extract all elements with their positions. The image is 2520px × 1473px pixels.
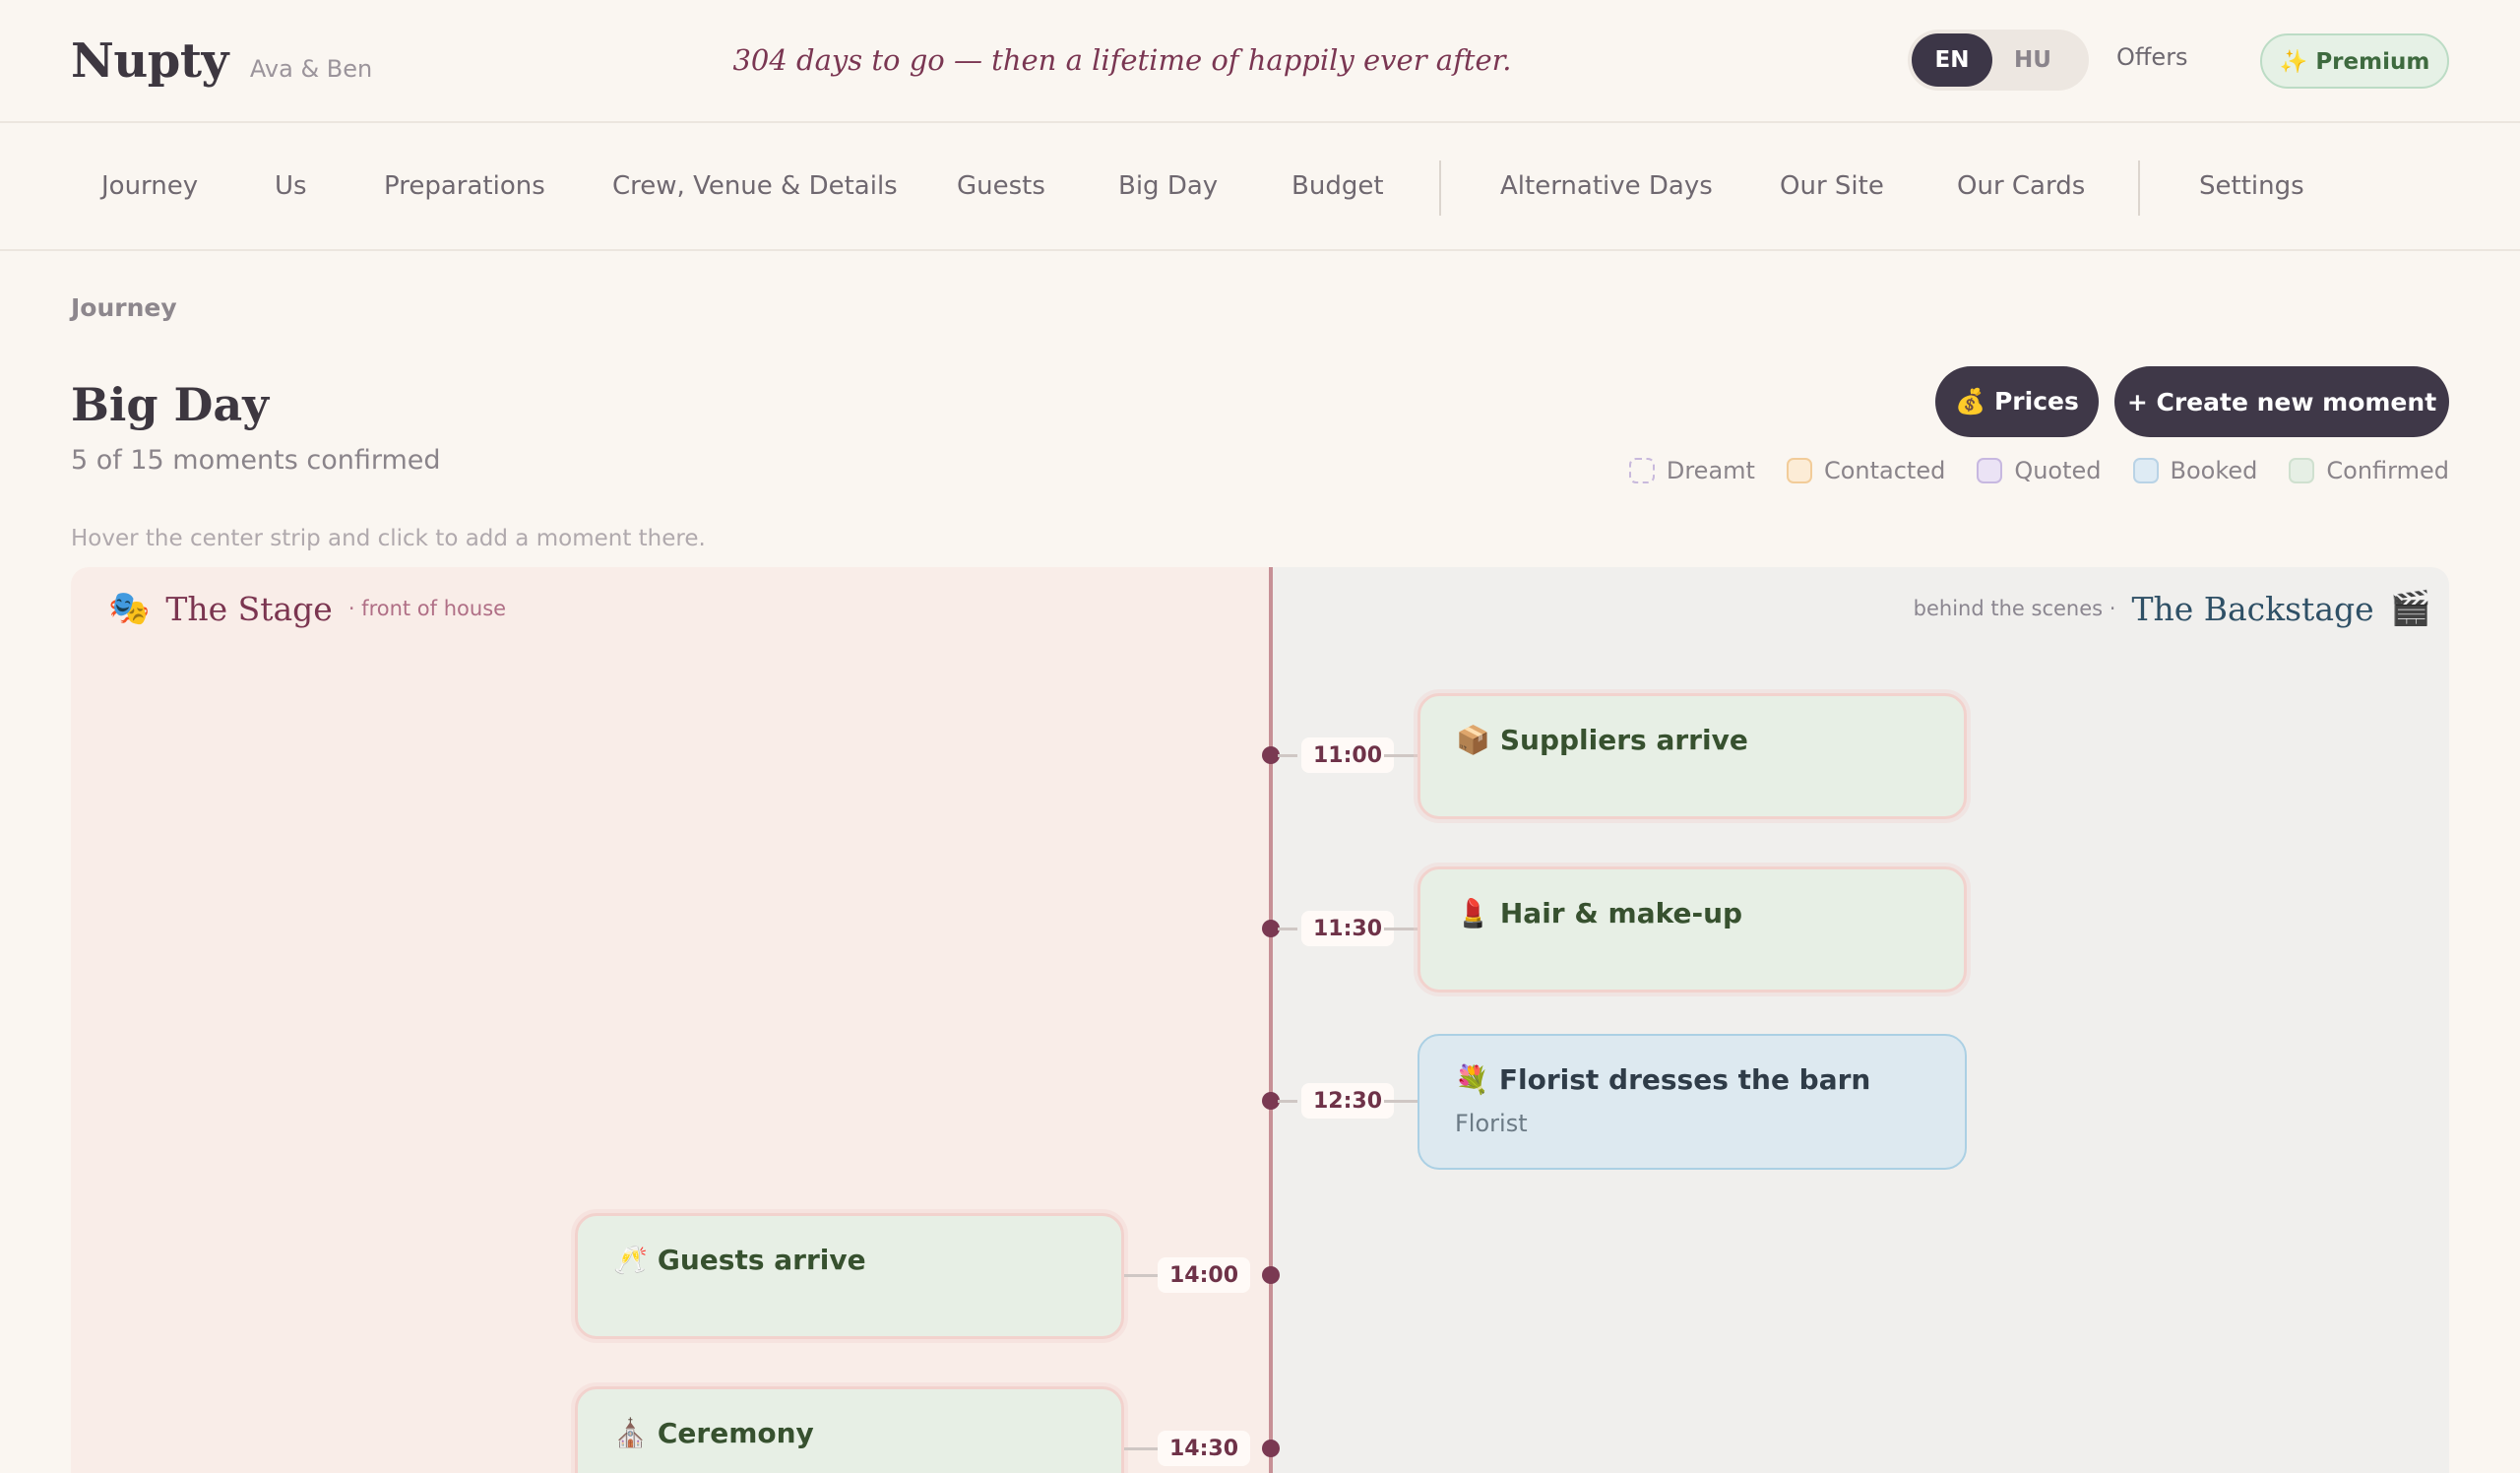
clapperboard-icon: 🎬 [2389,589,2431,628]
moment-title: Suppliers arrive [1499,724,1748,756]
nav-item-us[interactable]: Us [275,171,307,201]
nav-item-journey[interactable]: Journey [101,171,198,201]
moment-supplier: Florist [1455,1110,1528,1137]
create-moment-button[interactable]: + Create new moment [2114,366,2449,437]
moment-time: 12:30 [1301,1083,1395,1119]
nav-item-our-cards[interactable]: Our Cards [1957,171,2085,201]
nav-item-guests[interactable]: Guests [957,171,1045,201]
moment-card[interactable]: ⛪ Ceremony [575,1386,1124,1473]
brand-name: Nupty [71,33,228,89]
moment-time: 14:00 [1158,1257,1251,1293]
page-title: Big Day [71,378,269,431]
timeline-center-strip[interactable] [1269,567,1273,1473]
backstage-header: behind the scenes · The Backstage 🎬 [1914,589,2431,628]
legend-label: Booked [2170,457,2258,484]
legend-label: Dreamt [1666,457,1755,484]
timeline-dot [1262,1440,1280,1457]
nav-item-our-site[interactable]: Our Site [1780,171,1884,201]
language-switcher: EN HU [1908,30,2089,91]
moment-card[interactable]: 🥂 Guests arrive [575,1213,1124,1339]
moment-time: 11:30 [1301,911,1395,946]
moment-title-row: 💄 Hair & make-up [1456,897,1928,929]
breadcrumb[interactable]: Journey [71,293,177,322]
stage-title: The Stage [165,589,333,628]
lipstick-icon: 💄 [1456,897,1490,929]
moment-time: 14:30 [1158,1431,1251,1466]
brand[interactable]: Nupty Ava & Ben [71,33,372,89]
nav-item-settings[interactable]: Settings [2199,171,2304,201]
moment-title: Florist dresses the barn [1498,1063,1871,1096]
connector-line [1278,1100,1297,1103]
legend-contacted: Contacted [1786,457,1946,484]
connector-line [1278,928,1297,930]
prices-button[interactable]: 💰 Prices [1935,366,2099,437]
church-icon: ⛪ [613,1417,648,1449]
status-legend: Dreamt Contacted Quoted Booked Confirmed [1628,457,2449,484]
lang-hu-button[interactable]: HU [1992,33,2073,87]
legend-swatch [1628,458,1655,483]
add-moment-hint: Hover the center strip and click to add … [71,526,706,551]
premium-button[interactable]: ✨ Premium [2260,33,2449,89]
box-icon: 📦 [1456,724,1490,756]
legend-swatch [2289,458,2315,483]
moment-title: Hair & make-up [1499,897,1743,929]
theater-masks-icon: 🎭 [108,589,151,628]
legend-label: Quoted [2014,457,2102,484]
lang-en-button[interactable]: EN [1912,33,1992,87]
nav-divider [1439,160,1441,216]
bouquet-icon: 💐 [1455,1063,1489,1096]
nav-item-big-day[interactable]: Big Day [1118,171,1218,201]
countdown-tagline: 304 days to go — then a lifetime of happ… [732,43,1512,77]
moment-title-row: 📦 Suppliers arrive [1456,724,1928,756]
legend-label: Confirmed [2326,457,2449,484]
legend-quoted: Quoted [1977,457,2102,484]
moment-title-row: 🥂 Guests arrive [613,1244,1086,1276]
confirmed-count: 5 of 15 moments confirmed [71,445,441,476]
moment-title-row: ⛪ Ceremony [613,1417,1086,1449]
legend-booked: Booked [2132,457,2258,484]
legend-swatch [2132,458,2159,483]
offers-link[interactable]: Offers [2116,43,2188,71]
moment-card[interactable]: 📦 Suppliers arrive [1418,693,1967,819]
legend-swatch [1786,458,1812,483]
legend-label: Contacted [1823,457,1946,484]
connector-line [1384,754,1418,757]
moment-time: 11:00 [1301,737,1395,773]
moment-card[interactable]: 💄 Hair & make-up [1418,866,1967,993]
connector-line [1278,754,1297,757]
backstage-subtitle: behind the scenes · [1913,597,2116,620]
nav-item-preparations[interactable]: Preparations [384,171,545,201]
timeline-board: 🎭 The Stage · front of house behind the … [71,567,2449,1473]
connector-line [1384,928,1418,930]
backstage-title: The Backstage [2131,589,2374,628]
legend-confirmed: Confirmed [2289,457,2449,484]
moment-title-row: 💐 Florist dresses the barn [1455,1063,1929,1096]
connector-line [1384,1100,1418,1103]
main-nav: Journey Us Preparations Crew, Venue & De… [0,125,2520,251]
legend-dreamt: Dreamt [1628,457,1755,484]
nav-item-alternative-days[interactable]: Alternative Days [1500,171,1713,201]
nav-item-budget[interactable]: Budget [1292,171,1384,201]
nav-item-crew-venue-details[interactable]: Crew, Venue & Details [612,171,898,201]
couple-names: Ava & Ben [249,55,373,83]
moment-title: Ceremony [657,1417,814,1449]
top-header: Nupty Ava & Ben 304 days to go — then a … [0,0,2520,123]
champagne-icon: 🥂 [613,1244,648,1276]
timeline-dot [1262,1266,1280,1284]
stage-subtitle: · front of house [347,597,507,620]
moment-title: Guests arrive [657,1244,866,1276]
moment-card[interactable]: 💐 Florist dresses the barn Florist [1418,1034,1967,1170]
stage-header: 🎭 The Stage · front of house [108,589,506,628]
nav-divider [2138,160,2140,216]
legend-swatch [1977,458,2003,483]
